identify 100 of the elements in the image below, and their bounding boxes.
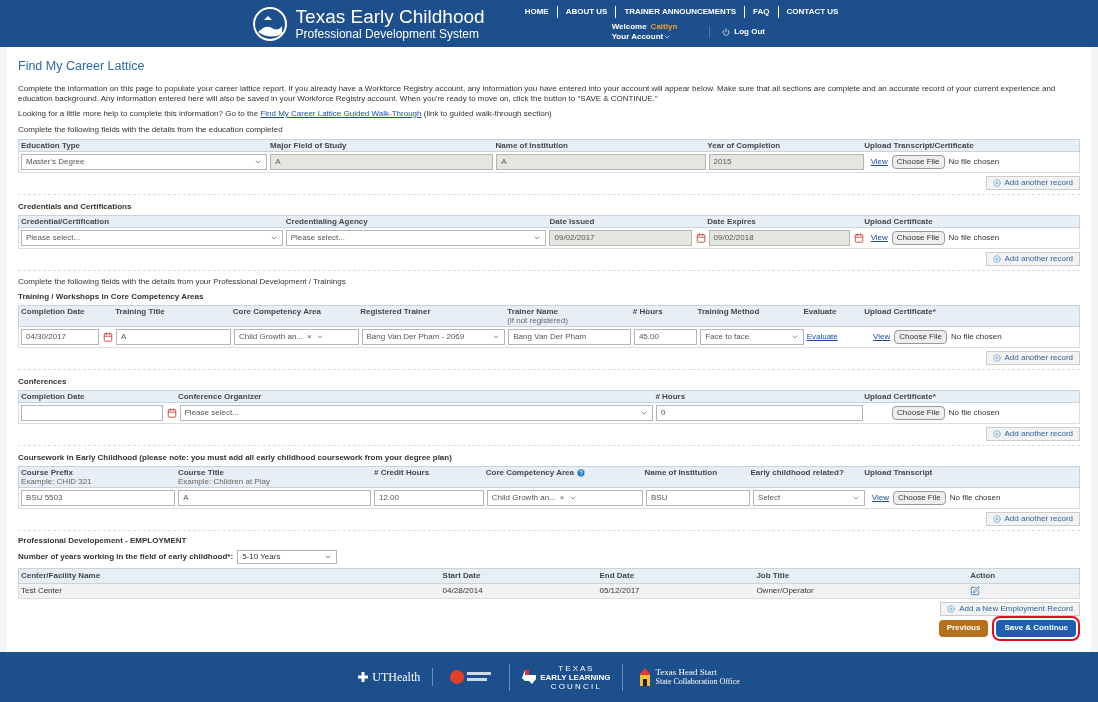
choose-file-button[interactable]: Choose File bbox=[891, 230, 945, 245]
select-field[interactable]: Bang Van Der Pham - 2069 bbox=[361, 328, 506, 345]
date-field[interactable]: 09/02/2017 bbox=[549, 229, 692, 246]
column-header: Completion Date bbox=[21, 391, 85, 401]
add-record-button[interactable]: Add another record bbox=[985, 251, 1080, 266]
section-title: Professional Developement - EMPLOYMENT bbox=[18, 534, 188, 547]
input-field[interactable]: A bbox=[496, 153, 706, 170]
clear-icon[interactable]: × bbox=[307, 330, 312, 343]
site-subtitle: Professional Development System bbox=[295, 28, 480, 40]
account-menu[interactable]: Your Account bbox=[611, 31, 678, 42]
select-field[interactable]: Child Growth an... × bbox=[233, 328, 359, 345]
nav-link[interactable]: HOME bbox=[516, 5, 557, 18]
select-field[interactable]: Select bbox=[753, 489, 865, 506]
column-header: Conference Organizer bbox=[177, 391, 262, 401]
nav-link[interactable]: CONTACT US bbox=[777, 5, 847, 18]
texas-map-icon bbox=[522, 670, 537, 684]
column-header: # Hours bbox=[655, 391, 686, 401]
select-field[interactable]: Master's Degree bbox=[21, 153, 268, 170]
nav-link[interactable]: TRAINER ANNOUNCEMENTS bbox=[615, 5, 745, 18]
select-field[interactable]: Please select... bbox=[21, 229, 283, 246]
select-field[interactable]: Please select... bbox=[179, 404, 653, 421]
calendar-icon[interactable] bbox=[103, 331, 113, 342]
choose-file-button[interactable]: Choose File bbox=[891, 154, 945, 169]
input-field[interactable]: 0 bbox=[655, 404, 864, 421]
help-icon[interactable] bbox=[575, 467, 586, 478]
logo-icon bbox=[251, 5, 288, 42]
walkthrough-link[interactable]: Find My Career Lattice Guided Walk-Through bbox=[260, 108, 422, 118]
column-header: Course Prefix bbox=[21, 467, 75, 477]
table-cell-text: 04/28/2014 bbox=[442, 584, 484, 597]
site-title: Texas Early Childhood bbox=[295, 7, 485, 26]
calendar-icon[interactable] bbox=[166, 407, 177, 418]
council-top-text: T E X A S bbox=[557, 663, 594, 673]
section-note: Complete the following fields with the details from your Professional Development / Trainings bbox=[18, 275, 347, 288]
date-field[interactable]: 04/30/2017 bbox=[21, 328, 99, 345]
section-title: Coursework in Early Childhood (please note: you must add all early childhood coursework from your degree plan) bbox=[18, 451, 453, 464]
page-title: Find My Career Lattice bbox=[18, 58, 146, 75]
calendar-icon[interactable] bbox=[695, 232, 706, 243]
view-link[interactable]: View bbox=[870, 231, 888, 244]
column-header: Upload Certificate* bbox=[864, 391, 936, 401]
plus-icon bbox=[992, 429, 1001, 438]
choose-file-button[interactable]: Choose File bbox=[894, 329, 947, 344]
column-header: Credential/Certification bbox=[21, 216, 109, 226]
file-status: No file chosen bbox=[949, 491, 1001, 504]
add-record-button[interactable]: Add another record bbox=[985, 175, 1080, 190]
choose-file-button[interactable]: Choose File bbox=[892, 405, 945, 420]
add-record-button[interactable]: Add another record bbox=[985, 426, 1080, 441]
input-field[interactable]: 12.00 bbox=[373, 489, 484, 506]
logout-link[interactable]: Log Out bbox=[709, 25, 765, 38]
input-field[interactable]: 2015 bbox=[708, 153, 864, 170]
school-house-icon bbox=[639, 668, 652, 686]
view-link[interactable]: View bbox=[870, 155, 888, 168]
add-record-button[interactable]: Add a New Employment Record bbox=[940, 601, 1080, 616]
nav-link[interactable]: FAQ bbox=[744, 5, 778, 18]
input-field[interactable]: BSU 5503 bbox=[21, 489, 176, 506]
nav-link[interactable]: ABOUT US bbox=[556, 5, 616, 18]
view-link[interactable]: View bbox=[873, 330, 891, 343]
plus-icon bbox=[992, 254, 1001, 263]
column-header: # Hours bbox=[632, 306, 663, 316]
help-text: Looking for a little more help to complete this information? Go to the Find My Career Lattice Guided Walk-Through (link to guided walk-through section) bbox=[18, 107, 553, 120]
column-header: End Date bbox=[599, 569, 636, 582]
select-field[interactable]: Child Growth an... × bbox=[486, 489, 643, 506]
column-header: Name of Institution bbox=[644, 467, 718, 477]
choose-file-button[interactable]: Choose File bbox=[893, 490, 946, 505]
column-header: Date Issued bbox=[549, 216, 595, 226]
plus-icon bbox=[947, 604, 956, 613]
column-header: Early childhood related? bbox=[750, 467, 844, 477]
add-record-button[interactable]: Add another record bbox=[985, 350, 1080, 365]
column-header: Name of Institution bbox=[495, 140, 568, 150]
column-header: Job Title bbox=[756, 569, 791, 582]
date-field[interactable]: 09/02/2018 bbox=[708, 229, 850, 246]
column-header: Year of Completion bbox=[707, 140, 781, 150]
input-field[interactable]: BSU bbox=[645, 489, 751, 506]
council-bottom-text: C O U N C I L bbox=[549, 681, 601, 691]
select-field[interactable]: Please select... bbox=[285, 229, 547, 246]
input-field[interactable]: A bbox=[116, 328, 231, 345]
date-field[interactable] bbox=[21, 404, 163, 421]
column-header: Education Type bbox=[21, 140, 80, 150]
evaluate-link[interactable]: Evaluate bbox=[806, 330, 867, 343]
column-note: Example: Children at Play bbox=[177, 476, 270, 486]
input-field[interactable]: 45.00 bbox=[633, 328, 698, 345]
column-header: Trainer Name bbox=[507, 306, 560, 316]
select-field[interactable]: 5-10 Years bbox=[237, 549, 338, 564]
column-header: Completion Date bbox=[21, 306, 85, 316]
input-field[interactable]: A bbox=[270, 153, 494, 170]
years-label: Number of years working in the field of early childhood*: bbox=[18, 550, 234, 563]
input-field[interactable]: Bang Van Der Pham bbox=[508, 328, 631, 345]
clear-icon[interactable]: × bbox=[559, 491, 565, 504]
headstart-subtitle: State Collaboration Office bbox=[655, 677, 740, 687]
council-name-text: EARLY LEARNING bbox=[540, 672, 611, 682]
select-field[interactable]: Face to face bbox=[700, 328, 804, 345]
input-field[interactable]: A bbox=[178, 489, 371, 506]
add-record-button[interactable]: Add another record bbox=[985, 511, 1080, 526]
column-header: Upload Transcript bbox=[864, 467, 933, 477]
view-link[interactable]: View bbox=[871, 491, 890, 504]
edit-icon[interactable] bbox=[970, 585, 981, 596]
column-header: Upload Transcript/Certificate bbox=[864, 140, 974, 150]
previous-button[interactable]: Previous bbox=[938, 619, 989, 637]
calendar-icon[interactable] bbox=[853, 232, 864, 243]
section-note: Complete the following fields with the details from the education completed bbox=[18, 123, 284, 136]
file-status: No file chosen bbox=[950, 330, 1002, 343]
